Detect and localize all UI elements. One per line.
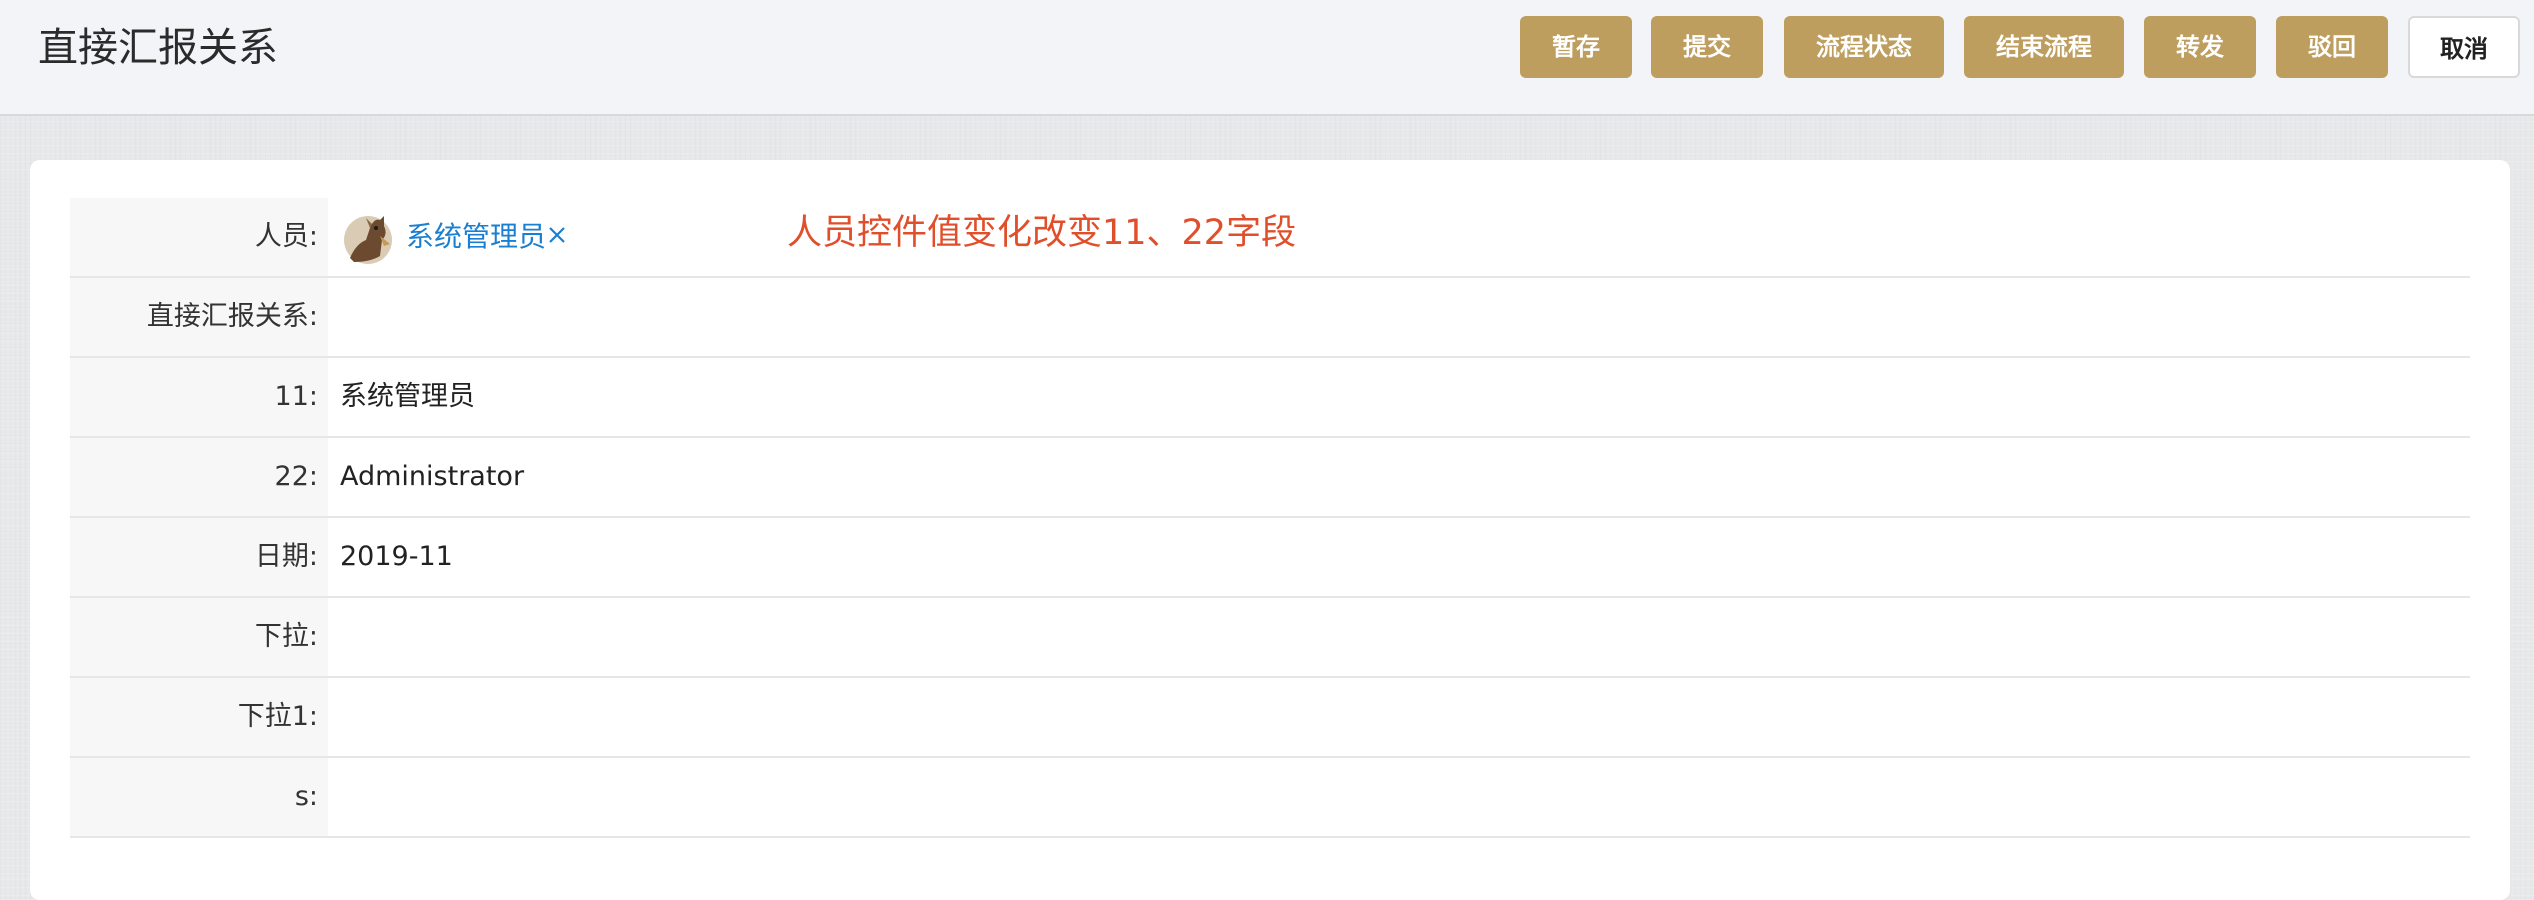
- form-row-11: 11: 系统管理员: [70, 358, 2470, 438]
- field-value[interactable]: 系统管理员: [340, 358, 475, 436]
- user-avatar-icon: [344, 216, 392, 264]
- field-label: 日期:: [70, 518, 328, 596]
- field-value[interactable]: 2019-11: [340, 518, 453, 596]
- field-value[interactable]: Administrator: [340, 438, 524, 516]
- page-title: 直接汇报关系: [38, 25, 278, 71]
- form-row-s: s:: [70, 758, 2470, 838]
- cancel-button[interactable]: 取消: [2408, 16, 2520, 78]
- form-row-dropdown1: 下拉1:: [70, 678, 2470, 758]
- end-flow-button[interactable]: 结束流程: [1964, 16, 2124, 78]
- form-row-date: 日期: 2019-11: [70, 518, 2470, 598]
- field-label: 下拉1:: [70, 678, 328, 756]
- reject-button[interactable]: 驳回: [2276, 16, 2388, 78]
- field-label: 22:: [70, 438, 328, 516]
- close-icon[interactable]: [546, 224, 568, 246]
- save-draft-button[interactable]: 暂存: [1520, 16, 1632, 78]
- form-row-dropdown: 下拉:: [70, 598, 2470, 678]
- submit-button[interactable]: 提交: [1651, 16, 1763, 78]
- selected-person-name[interactable]: 系统管理员: [406, 198, 546, 276]
- flow-status-button[interactable]: 流程状态: [1784, 16, 1944, 78]
- form-table: 人员: 系统管理员 人员控件值变化改变11、22字段 直接汇报关系: 11: 系…: [70, 198, 2470, 838]
- forward-button[interactable]: 转发: [2144, 16, 2256, 78]
- annotation-text: 人员控件值变化改变11、22字段: [787, 213, 1297, 253]
- field-label: 下拉:: [70, 598, 328, 676]
- form-row-direct-report: 直接汇报关系:: [70, 278, 2470, 358]
- field-label: 直接汇报关系:: [70, 278, 328, 356]
- form-row-person: 人员: 系统管理员 人员控件值变化改变11、22字段: [70, 198, 2470, 278]
- form-row-22: 22: Administrator: [70, 438, 2470, 518]
- field-label: s:: [70, 758, 328, 836]
- top-header: 直接汇报关系 暂存 提交 流程状态 结束流程 转发 驳回 取消: [0, 0, 2534, 116]
- field-label: 人员:: [70, 198, 328, 276]
- field-label: 11:: [70, 358, 328, 436]
